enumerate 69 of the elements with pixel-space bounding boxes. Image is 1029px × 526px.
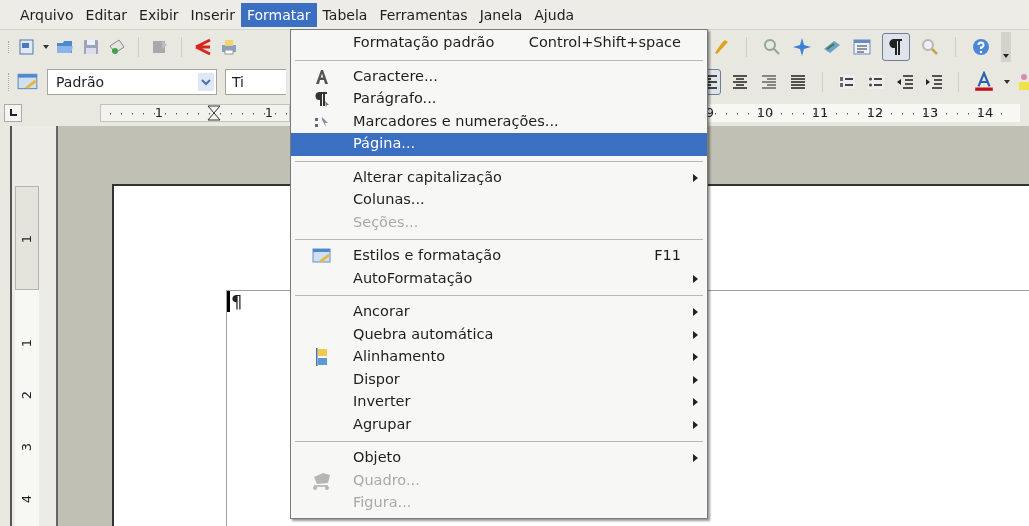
new-document-icon[interactable] [17, 37, 37, 57]
ruler-number: 1 [263, 104, 275, 122]
compass-star-icon[interactable] [792, 37, 812, 57]
menu-item[interactable]: Ancorar [291, 301, 707, 324]
menu-bar-item[interactable]: Editar [79, 2, 134, 27]
alignment-icon [314, 347, 330, 368]
menu-item[interactable]: Formatação padrão Control+Shift+space [291, 32, 707, 55]
ruler-number: 1 [19, 337, 35, 350]
help-icon[interactable] [971, 37, 991, 57]
font-name-combobox[interactable]: Ti [225, 69, 286, 95]
menu-bar-item[interactable]: Ajuda [528, 2, 581, 27]
ruler-number: 1 [19, 233, 35, 246]
numbered-list-icon[interactable] [837, 72, 857, 92]
decrease-indent-icon[interactable] [895, 72, 915, 92]
toolbar-overflow-icon[interactable] [1001, 32, 1011, 62]
justify-icon[interactable] [788, 72, 808, 92]
highlighter-icon[interactable] [1019, 72, 1029, 92]
dropdown-arrow-icon[interactable] [1004, 80, 1010, 84]
paragraph-mark: ¶ [227, 291, 243, 312]
menu-item[interactable]: AutoFormatação [291, 267, 707, 290]
styles-window-icon [312, 247, 332, 266]
bullet-list-icon[interactable] [866, 72, 886, 92]
menu-bar-item[interactable]: Exibir [133, 2, 185, 27]
menu-item[interactable]: Quebra automática [291, 323, 707, 346]
ruler-number: 1 [153, 104, 165, 122]
menu-item[interactable]: Marcadores e numerações... [291, 110, 707, 133]
menu-item[interactable]: Colunas... [291, 189, 707, 212]
menu-item[interactable]: Alterar capitalização [291, 166, 707, 189]
paragraph-style-combobox[interactable]: Padrão [47, 69, 217, 95]
align-right-icon[interactable] [759, 72, 779, 92]
ruler-number: 14 [975, 104, 995, 122]
ruler-number: 11 [810, 104, 830, 122]
ruler-number: 4 [19, 493, 35, 506]
menu-bar-item[interactable]: Arquivo [14, 2, 80, 27]
letter-a-icon [314, 67, 330, 86]
menu-item[interactable]: Agrupar [291, 413, 707, 436]
tab-stop-button[interactable] [4, 104, 22, 122]
menu-item[interactable]: Caractere... [291, 65, 707, 88]
menu-item[interactable]: Dispor [291, 368, 707, 391]
align-center-icon[interactable] [730, 72, 750, 92]
menu-bar-item[interactable]: Inserir [184, 2, 241, 27]
ruler-number: 10 [755, 104, 775, 122]
ruler-number: 13 [920, 104, 940, 122]
chevron-down-icon [198, 73, 214, 91]
pilcrow-icon [889, 38, 903, 56]
pilcrow-icon [314, 90, 330, 109]
menu-bar-item[interactable]: Janela [473, 2, 529, 27]
menu-item[interactable]: Página... [291, 133, 707, 156]
ruler-number: 3 [19, 441, 35, 454]
increase-indent-icon[interactable] [924, 72, 944, 92]
data-sources-icon[interactable] [852, 37, 872, 57]
menu-bar-item[interactable]: Ferramentas [373, 2, 474, 27]
zoom-icon[interactable] [920, 37, 940, 57]
printer-icon[interactable] [219, 37, 239, 57]
menu-bar-item[interactable]: Formatar [240, 2, 317, 27]
formatting-marks-button[interactable] [882, 33, 910, 61]
menu-item[interactable]: Alinhamento [291, 346, 707, 369]
menu-item[interactable]: Parágrafo... [291, 88, 707, 111]
menu-bar-item[interactable]: Tabela [316, 2, 374, 27]
font-color-icon[interactable] [973, 71, 995, 93]
menu-item[interactable]: Objeto [291, 447, 707, 470]
dropdown-arrow-icon[interactable] [43, 45, 49, 49]
find-replace-icon[interactable] [762, 37, 782, 57]
ruler-number: 12 [865, 104, 885, 122]
left-tab-icon [9, 109, 17, 117]
menu-item[interactable]: Inverter [291, 391, 707, 414]
menu-item[interactable]: Estilos e formatação F11 [291, 245, 707, 268]
indent-marker-icon [207, 105, 221, 121]
ruler-number: 2 [19, 389, 35, 402]
